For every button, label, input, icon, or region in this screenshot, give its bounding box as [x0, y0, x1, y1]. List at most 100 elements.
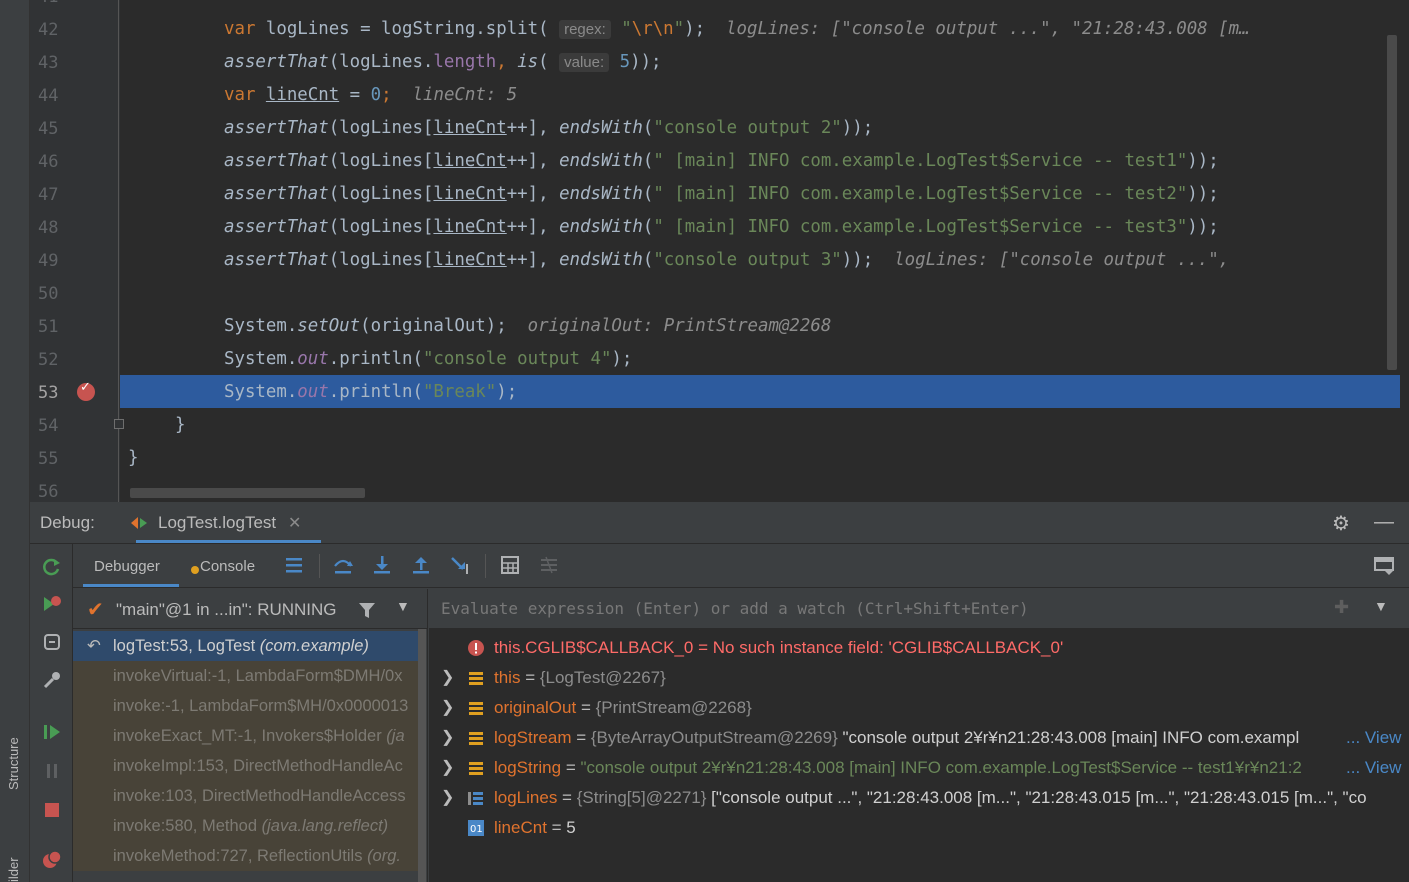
return-icon: ↶	[87, 637, 101, 655]
variable-name: this	[494, 668, 521, 687]
variable-row[interactable]: 01 lineCnt = 5	[429, 813, 1409, 843]
view-link[interactable]: ... View	[1342, 723, 1402, 753]
stack-frame-selected[interactable]: ↶ logTest:53, LogTest (com.example)	[73, 631, 418, 661]
structure-tool-tab[interactable]: Structure	[6, 737, 21, 790]
line-number: 52	[38, 350, 59, 370]
close-icon[interactable]: ✕	[288, 513, 301, 533]
fold-icon[interactable]	[114, 419, 124, 429]
frames-scrollbar[interactable]	[418, 629, 426, 882]
chevron-right-icon[interactable]: ❯	[441, 693, 454, 723]
code-line-48: assertThat(logLines[lineCnt++], endsWith…	[224, 217, 1219, 237]
toolbar-separator	[485, 554, 486, 578]
stop-icon[interactable]	[42, 800, 62, 820]
resume-program-icon[interactable]	[42, 722, 62, 742]
stack-frame[interactable]: invokeImpl:153, DirectMethodHandleAc	[73, 751, 418, 781]
variable-row[interactable]: ❯ logStream = {ByteArrayOutputStream@226…	[429, 723, 1409, 753]
step-over-icon[interactable]	[332, 554, 354, 576]
step-into-icon[interactable]	[371, 554, 393, 576]
code-line-43: assertThat(logLines.length, is( value: 5…	[224, 52, 662, 72]
view-link[interactable]: ... View	[1342, 753, 1402, 783]
horizontal-scrollbar[interactable]	[130, 488, 365, 498]
debug-header: Debug: LogTest.logTest ✕ ⚙ —	[30, 502, 1409, 544]
evaluate-expression-icon[interactable]	[499, 554, 521, 576]
debugger-toolbar: Debugger Console	[73, 544, 1409, 588]
variable-equals: =	[520, 668, 540, 687]
code-line-44: var lineCnt = 0; lineCnt: 5	[224, 85, 518, 105]
minimize-icon[interactable]: —	[1374, 511, 1394, 534]
line-number: 56	[38, 482, 59, 502]
variable-row[interactable]: this.CGLIB$CALLBACK_0 = No such instance…	[429, 633, 1409, 663]
line-number: 49	[38, 251, 59, 271]
variable-type: {String[5]@2271}	[576, 788, 707, 807]
frame-package: (java.lang.reflect)	[261, 817, 389, 835]
line-number: 48	[38, 218, 59, 238]
pause-icon[interactable]	[42, 761, 62, 781]
variable-name: logLines	[494, 788, 558, 807]
active-subtab-indicator	[83, 584, 179, 587]
chevron-right-icon[interactable]: ❯	[441, 783, 454, 813]
chevron-down-icon[interactable]: ▼	[1374, 598, 1388, 614]
object-icon	[469, 672, 483, 685]
line-number: 46	[38, 152, 59, 172]
chevron-right-icon[interactable]: ❯	[441, 723, 454, 753]
variable-value: 5	[566, 818, 576, 837]
variable-value: No such instance field: 'CGLIB$CALLBACK_…	[712, 638, 1064, 657]
variable-row[interactable]: ❯ logLines = {String[5]@2271} ["console …	[429, 783, 1409, 813]
layout-settings-icon[interactable]	[1373, 554, 1395, 576]
breakpoint-icon[interactable]	[77, 380, 95, 401]
variable-type: {LogTest@2267}	[539, 668, 666, 687]
vertical-scrollbar[interactable]	[1387, 35, 1397, 370]
tab-debugger[interactable]: Debugger	[94, 558, 160, 575]
frame-label: invoke:580, Method	[113, 817, 262, 835]
rerun-icon[interactable]	[42, 557, 62, 577]
variable-name: logStream	[494, 728, 572, 747]
chevron-down-icon[interactable]: ▼	[396, 598, 410, 614]
filter-icon[interactable]	[358, 601, 376, 619]
left-tool-strip: Structure ilder	[0, 0, 30, 882]
line-number: 43	[38, 53, 59, 73]
param-hint: regex:	[559, 20, 611, 39]
run-to-cursor-icon[interactable]	[449, 554, 471, 576]
variable-row[interactable]: ❯ logString = "console output 2¥r¥n21:28…	[429, 753, 1409, 783]
line-number: 55	[38, 449, 59, 469]
code-line-47: assertThat(logLines[lineCnt++], endsWith…	[224, 184, 1219, 204]
line-number: 50	[38, 284, 59, 304]
gear-icon[interactable]: ⚙	[1332, 511, 1350, 536]
stack-frame[interactable]: invokeExact_MT:-1, Invokers$Holder (ja	[73, 721, 418, 751]
builder-tool-tab[interactable]: ilder	[6, 857, 21, 882]
stack-frame[interactable]: invoke:580, Method (java.lang.reflect)	[73, 811, 418, 841]
variable-row[interactable]: ❯ this = {LogTest@2267}	[429, 663, 1409, 693]
view-breakpoints-icon[interactable]	[42, 849, 62, 869]
frame-label: logTest:53, LogTest	[113, 637, 260, 655]
debug-label: Debug:	[40, 513, 95, 532]
wrench-icon[interactable]	[42, 670, 62, 690]
resume-error-icon[interactable]	[42, 594, 62, 614]
variable-name: this.CGLIB$CALLBACK_0	[494, 638, 694, 657]
object-icon	[469, 732, 483, 745]
inline-value: lineCnt: 5	[412, 85, 518, 105]
frame-package: (org.	[367, 847, 401, 865]
evaluate-expression-input[interactable]: Evaluate expression (Enter) or add a wat…	[429, 589, 1409, 629]
variable-equals: =	[576, 698, 596, 717]
stack-frame[interactable]: invokeMethod:727, ReflectionUtils (org.	[73, 841, 418, 871]
show-frames-icon[interactable]	[283, 554, 305, 576]
thread-selector[interactable]: ✔ "main"@1 in ...in": RUNNING ▼	[73, 589, 428, 629]
frame-label: invokeMethod:727, ReflectionUtils	[113, 847, 368, 865]
trace-stream-icon[interactable]	[538, 554, 560, 576]
stack-frame[interactable]: invokeVirtual:-1, LambdaForm$DMH/0x	[73, 661, 418, 691]
refresh-icon[interactable]	[42, 632, 62, 652]
variable-row[interactable]: ❯ originalOut = {PrintStream@2268}	[429, 693, 1409, 723]
code-editor[interactable]: 41 42 43 44 45 46 47 48 49 50 51 52 53 5…	[30, 0, 1409, 502]
tab-console[interactable]: Console	[200, 558, 255, 575]
add-watch-icon[interactable]: ✚	[1334, 597, 1349, 618]
chevron-right-icon[interactable]: ❯	[441, 753, 454, 783]
chevron-right-icon[interactable]: ❯	[441, 663, 454, 693]
stack-frame[interactable]: invoke:103, DirectMethodHandleAccess	[73, 781, 418, 811]
code-line-54: }	[175, 415, 186, 435]
step-out-icon[interactable]	[410, 554, 432, 576]
frame-package: (com.example)	[259, 637, 369, 655]
stack-frame[interactable]: invoke:-1, LambdaForm$MH/0x0000013	[73, 691, 418, 721]
variable-value: "console output 2¥r¥n21:28:43.008 [main]…	[837, 728, 1300, 747]
frame-label: invoke:103, DirectMethodHandleAccess	[113, 787, 406, 805]
debug-session-tab[interactable]: LogTest.logTest	[128, 502, 284, 544]
